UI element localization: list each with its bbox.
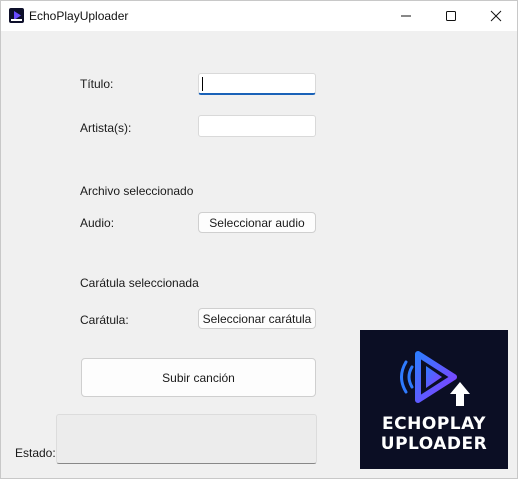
- estado-label: Estado:: [15, 446, 56, 460]
- minimize-button[interactable]: [383, 1, 429, 31]
- app-icon: [9, 8, 24, 23]
- archivo-seleccionado-label: Archivo seleccionado: [80, 184, 194, 198]
- maximize-button[interactable]: [428, 1, 474, 31]
- select-audio-button[interactable]: Seleccionar audio: [198, 212, 316, 233]
- caratula-label: Carátula:: [80, 313, 129, 327]
- select-cover-button[interactable]: Seleccionar carátula: [198, 308, 316, 329]
- logo: ECHOPLAY UPLOADER: [360, 330, 508, 469]
- app-window: EchoPlayUploader Título: Artista(s): Arc…: [0, 0, 518, 479]
- status-box: [56, 414, 317, 464]
- window-title: EchoPlayUploader: [29, 9, 129, 23]
- upload-song-button[interactable]: Subir canción: [81, 358, 316, 397]
- text-cursor: [202, 77, 203, 91]
- close-button[interactable]: [473, 1, 518, 31]
- artista-label: Artista(s):: [80, 121, 132, 135]
- title-bar: EchoPlayUploader: [1, 1, 517, 31]
- titulo-label: Título:: [80, 77, 114, 91]
- maximize-icon: [446, 11, 456, 21]
- minimize-icon: [401, 15, 411, 17]
- audio-label: Audio:: [80, 216, 115, 230]
- logo-text-line1: ECHOPLAY: [382, 414, 486, 434]
- titulo-input[interactable]: [198, 73, 316, 95]
- caratula-seleccionada-label: Carátula seleccionada: [80, 276, 199, 290]
- artista-input[interactable]: [198, 115, 316, 137]
- play-upload-icon: [400, 351, 470, 406]
- logo-text-line2: UPLOADER: [380, 434, 488, 454]
- close-icon: [490, 10, 502, 22]
